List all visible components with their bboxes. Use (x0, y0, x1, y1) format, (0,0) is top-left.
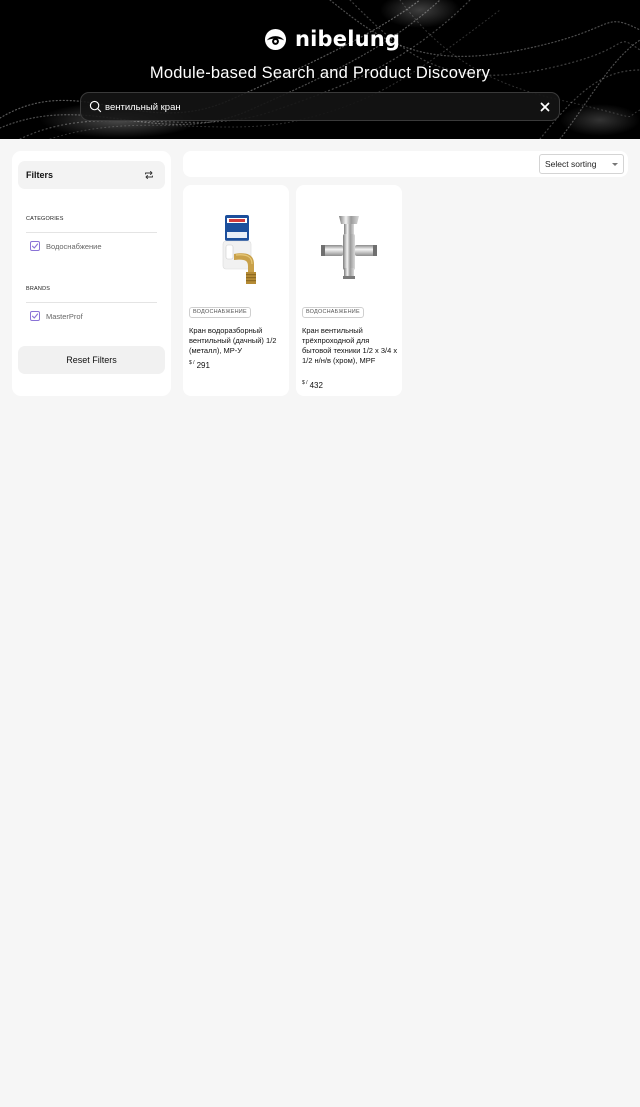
chevron-down-icon (612, 163, 618, 166)
refresh-icon[interactable] (144, 170, 154, 180)
price-row: $ / 291 (189, 360, 210, 370)
search-bar (80, 92, 560, 121)
category-filter-vodosnabzhenie[interactable]: Водоснабжение (30, 241, 102, 251)
price-row: $ / 432 (302, 380, 323, 390)
reset-filters-button[interactable]: Reset Filters (18, 346, 165, 374)
search-icon (89, 100, 102, 113)
search-input[interactable] (105, 97, 525, 117)
product-price: 291 (196, 361, 210, 370)
divider (26, 302, 157, 303)
filters-sidebar: Filters CATEGORIES Водоснабжение BRANDS … (12, 151, 171, 396)
product-card[interactable]: ВОДОСНАБЖЕНИЕ Кран вентильный трёхпроход… (296, 185, 402, 396)
checkmark-icon (31, 313, 39, 319)
sort-select-value: Select sorting (545, 159, 597, 169)
product-image-valve[interactable] (309, 202, 389, 302)
category-badge: ВОДОСНАБЖЕНИЕ (189, 307, 251, 318)
currency-label: $ / (302, 380, 308, 386)
sort-select[interactable]: Select sorting (539, 154, 624, 174)
checkmark-icon (31, 243, 39, 249)
product-image-tap[interactable] (196, 202, 276, 302)
product-card[interactable]: ВОДОСНАБЖЕНИЕ Кран водоразборный вентиль… (183, 185, 289, 396)
hero-banner: nibelung Module-based Search and Product… (0, 0, 640, 139)
hero-title: Module-based Search and Product Discover… (149, 64, 491, 82)
categories-label: CATEGORIES (26, 216, 64, 222)
checkbox-checked[interactable] (30, 241, 40, 251)
filters-header: Filters (18, 161, 165, 189)
eye-logo-icon (264, 28, 287, 50)
clear-search-icon[interactable] (539, 101, 551, 113)
brand-name: nibelung (295, 27, 401, 51)
category-badge: ВОДОСНАБЖЕНИЕ (302, 307, 364, 318)
brand-filter-masterprof[interactable]: MasterProf (30, 311, 83, 321)
product-title[interactable]: Кран вентильный трёхпроходной для бытово… (302, 326, 398, 366)
brands-label: BRANDS (26, 286, 51, 292)
brand-logo[interactable]: nibelung (264, 27, 400, 51)
currency-label: $ / (189, 360, 195, 366)
product-title[interactable]: Кран водоразборный вентильный (дачный) 1… (189, 326, 285, 356)
results-toolbar: Select sorting (183, 151, 628, 177)
brand-label: MasterProf (46, 311, 83, 321)
filters-title: Filters (26, 170, 54, 180)
divider (26, 232, 157, 233)
category-label: Водоснабжение (46, 241, 102, 251)
checkbox-checked[interactable] (30, 311, 40, 321)
product-price: 432 (309, 381, 323, 390)
